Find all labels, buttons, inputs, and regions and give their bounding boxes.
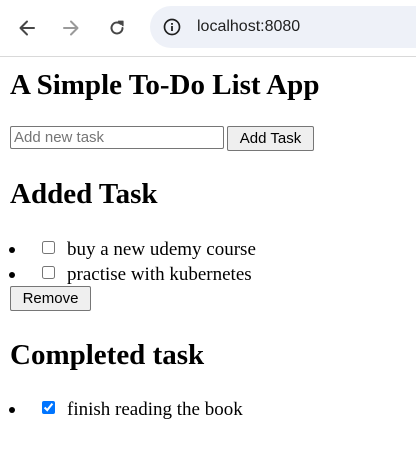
address-bar[interactable]: localhost:8080	[150, 6, 416, 48]
task-checkbox[interactable]	[42, 266, 55, 279]
new-task-input[interactable]	[10, 126, 224, 149]
site-info-button[interactable]	[162, 17, 182, 37]
reload-button[interactable]	[103, 14, 131, 42]
completed-task-checkbox[interactable]	[42, 401, 55, 414]
bullet-icon	[9, 407, 15, 413]
bullet-icon	[9, 247, 15, 253]
bullet-icon	[9, 272, 15, 278]
task-label: practise with kubernetes	[67, 264, 252, 285]
forward-arrow-icon	[63, 20, 79, 36]
task-checkbox[interactable]	[42, 241, 55, 254]
added-task-heading: Added Task	[10, 178, 158, 210]
completed-task-heading: Completed task	[10, 339, 205, 371]
back-button[interactable]	[13, 14, 41, 42]
task-label: buy a new udemy course	[67, 239, 256, 260]
reload-icon	[110, 20, 124, 35]
site-info-icon	[163, 18, 181, 36]
remove-button[interactable]: Remove	[10, 286, 91, 311]
browser-toolbar: localhost:8080	[0, 0, 416, 57]
add-task-button[interactable]: Add Task	[227, 126, 314, 151]
app-title: A Simple To-Do List App	[10, 69, 320, 101]
task-label: finish reading the book	[67, 399, 243, 420]
back-arrow-icon	[19, 20, 35, 36]
forward-button[interactable]	[57, 14, 85, 42]
url-text[interactable]: localhost:8080	[197, 17, 300, 37]
